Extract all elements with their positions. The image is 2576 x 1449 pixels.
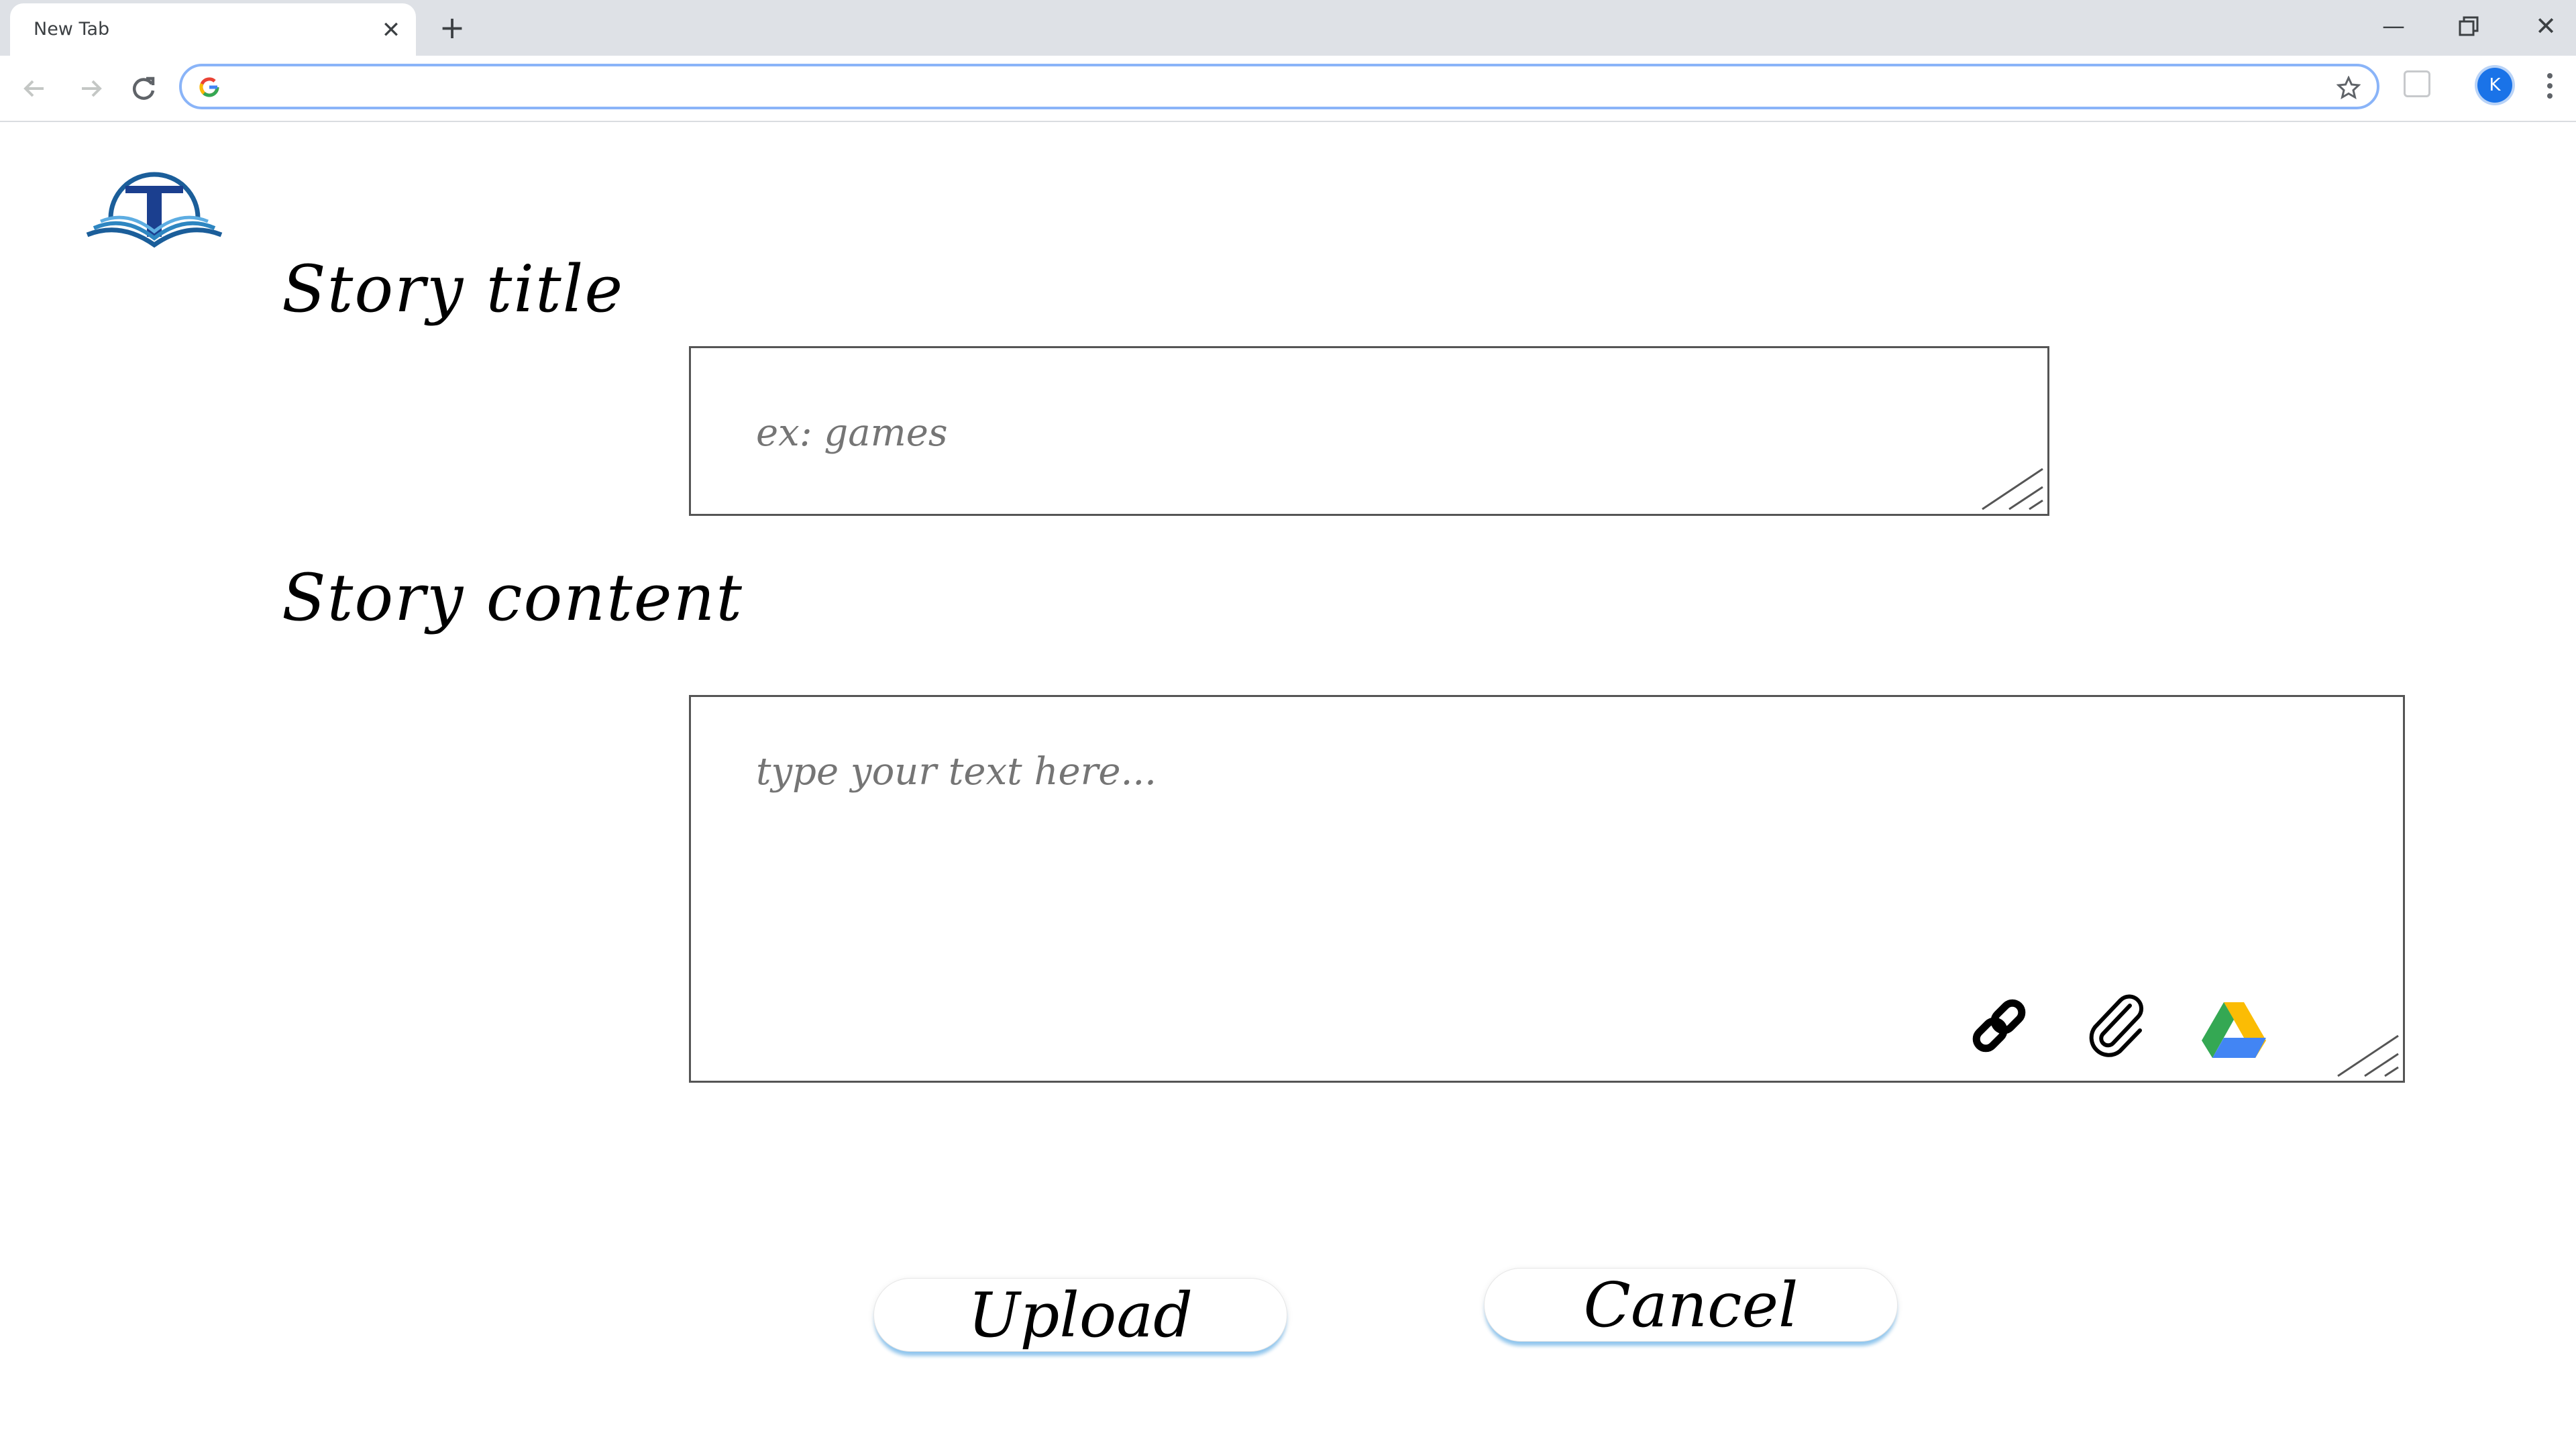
story-title-box — [689, 346, 2049, 516]
story-content-box — [689, 695, 2405, 1083]
reload-icon[interactable] — [127, 72, 161, 105]
kebab-menu-icon[interactable] — [2540, 69, 2560, 103]
browser-tab[interactable]: New Tab ✕ — [10, 3, 416, 56]
url-input[interactable] — [235, 72, 2284, 103]
google-drive-icon[interactable] — [2200, 999, 2267, 1066]
resize-handle-icon[interactable] — [2334, 1032, 2402, 1079]
site-logo[interactable] — [84, 171, 225, 252]
upload-button[interactable]: Upload — [873, 1278, 1287, 1352]
story-title-label: Story title — [282, 252, 625, 327]
tab-strip: New Tab ✕ + — ✕ — [0, 0, 2576, 56]
google-g-icon — [198, 76, 221, 99]
bookmark-star-icon[interactable] — [2336, 75, 2361, 100]
tab-title: New Tab — [34, 19, 110, 40]
restore-button[interactable] — [2452, 9, 2485, 43]
new-tab-button[interactable]: + — [436, 11, 468, 44]
link-icon[interactable] — [1966, 992, 2033, 1059]
window-close-button[interactable]: ✕ — [2529, 9, 2563, 43]
minimize-button[interactable]: — — [2377, 9, 2410, 43]
story-content-label: Story content — [282, 560, 743, 635]
story-title-input[interactable] — [755, 405, 1965, 460]
story-content-input[interactable] — [755, 741, 2300, 802]
resize-handle-icon[interactable] — [1979, 466, 2046, 513]
address-bar[interactable] — [179, 64, 2379, 109]
extension-icon[interactable] — [2404, 70, 2430, 97]
back-arrow-icon[interactable] — [18, 72, 52, 105]
forward-arrow-icon[interactable] — [74, 72, 107, 105]
profile-avatar[interactable]: K — [2477, 68, 2512, 103]
paperclip-icon[interactable] — [2083, 992, 2150, 1059]
tab-close-icon[interactable]: ✕ — [378, 17, 405, 44]
cancel-button[interactable]: Cancel — [1484, 1268, 1898, 1342]
browser-toolbar — [0, 56, 2576, 122]
restore-icon — [2459, 16, 2479, 36]
